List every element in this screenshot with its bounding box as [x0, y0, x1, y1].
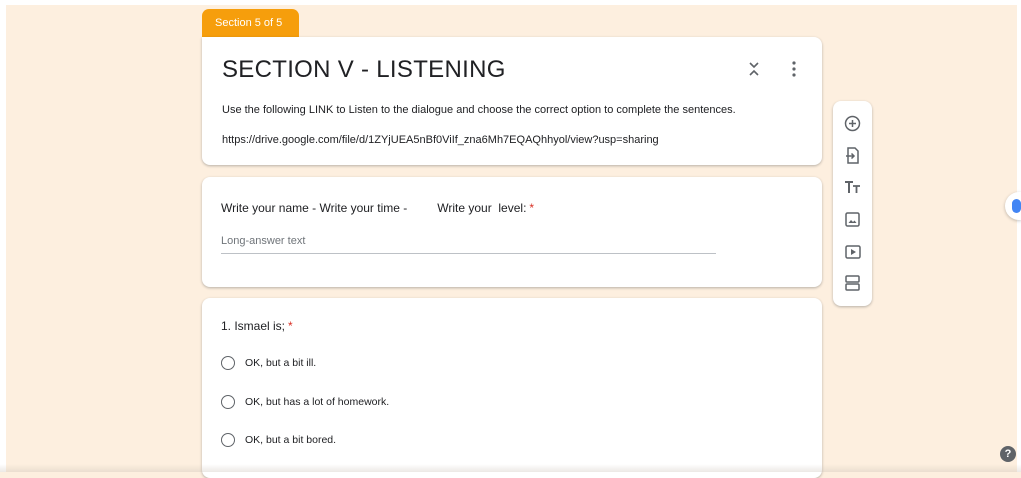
question-text: Write your name - Write your time - Writ…: [221, 201, 527, 215]
section-title[interactable]: SECTION V - LISTENING: [222, 56, 506, 84]
question-card-ismael[interactable]: 1. Ismael is; * OK, but a bit ill. OK, bu…: [202, 298, 822, 478]
add-video-icon: [844, 244, 861, 259]
add-image-button[interactable]: [843, 210, 862, 229]
floating-toolbar: [833, 101, 872, 306]
more-options-icon[interactable]: [788, 60, 800, 78]
section-header-card[interactable]: SECTION V - LISTENING Use the following …: [202, 37, 822, 165]
section-link[interactable]: https://drive.google.com/file/d/1ZYjUEA5…: [222, 134, 659, 146]
microphone-icon: [1012, 199, 1021, 213]
add-section-button[interactable]: [843, 273, 862, 292]
import-questions-icon: [846, 147, 859, 164]
add-video-button[interactable]: [843, 242, 862, 261]
question-card-details[interactable]: Write your name - Write your time - Writ…: [202, 177, 822, 287]
question-text: 1. Ismael is;: [221, 319, 286, 333]
question-label: Write your name - Write your time - Writ…: [221, 201, 534, 215]
add-question-icon: [844, 115, 861, 132]
option-label: OK, but a bit bored.: [245, 434, 337, 446]
add-image-icon: [845, 212, 860, 227]
option-row[interactable]: OK, but a bit bored.: [221, 433, 336, 447]
add-question-button[interactable]: [843, 114, 862, 133]
option-label: OK, but has a lot of homework.: [245, 396, 390, 408]
radio-button[interactable]: [221, 356, 235, 370]
required-asterisk: *: [288, 319, 293, 333]
option-row[interactable]: OK, but a bit ill.: [221, 356, 316, 370]
import-questions-button[interactable]: [843, 146, 862, 165]
section-tab[interactable]: Section 5 of 5: [202, 9, 299, 39]
add-title-button[interactable]: [843, 178, 862, 197]
voice-input-badge[interactable]: [1005, 192, 1021, 220]
collapse-section-icon[interactable]: [747, 59, 761, 79]
frame-right: [1017, 0, 1021, 472]
radio-button[interactable]: [221, 395, 235, 409]
bottom-shadow: [0, 464, 1021, 472]
long-answer-field[interactable]: Long-answer text: [221, 235, 716, 254]
option-label: OK, but a bit ill.: [245, 357, 317, 369]
add-section-icon: [845, 274, 860, 291]
frame-top: [0, 0, 1021, 5]
help-icon[interactable]: ?: [1000, 446, 1016, 462]
required-asterisk: *: [529, 201, 535, 215]
option-row[interactable]: OK, but has a lot of homework.: [221, 395, 389, 409]
radio-button[interactable]: [221, 433, 235, 447]
question-label: 1. Ismael is; *: [221, 319, 293, 333]
section-description[interactable]: Use the following LINK to Listen to the …: [222, 104, 736, 116]
add-title-icon: [845, 181, 860, 193]
frame-left: [0, 0, 6, 472]
